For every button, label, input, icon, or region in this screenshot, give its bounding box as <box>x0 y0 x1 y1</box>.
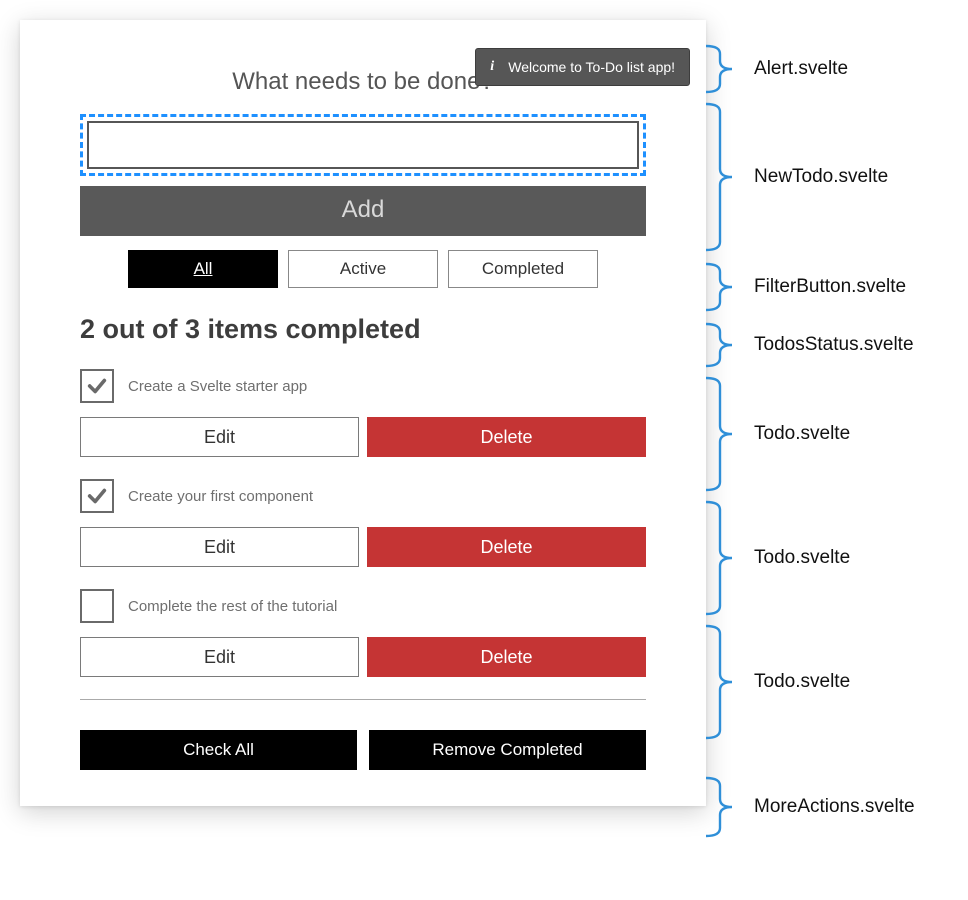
todo-label: Complete the rest of the tutorial <box>128 598 337 615</box>
new-todo-focus-ring <box>80 114 646 176</box>
annotation-label: NewTodo.svelte <box>754 166 888 188</box>
todo-checkbox[interactable] <box>80 479 114 513</box>
todo-label: Create a Svelte starter app <box>128 378 307 395</box>
annotation-label: FilterButton.svelte <box>754 276 906 298</box>
remove-completed-button[interactable]: Remove Completed <box>369 730 646 770</box>
annotation: MoreActions.svelte <box>704 776 915 838</box>
separator <box>80 699 646 700</box>
delete-button[interactable]: Delete <box>367 527 646 567</box>
more-actions: Check All Remove Completed <box>80 730 646 770</box>
check-icon <box>86 485 108 507</box>
annotation-label: Todo.svelte <box>754 423 850 445</box>
annotation: Todo.svelte <box>704 500 850 616</box>
app-card: i Welcome to To-Do list app! What needs … <box>20 20 706 806</box>
annotation: FilterButton.svelte <box>704 262 906 312</box>
edit-button[interactable]: Edit <box>80 637 359 677</box>
alert: i Welcome to To-Do list app! <box>475 48 690 86</box>
edit-button[interactable]: Edit <box>80 527 359 567</box>
edit-button[interactable]: Edit <box>80 417 359 457</box>
todo-item: Create your first component Edit Delete <box>80 479 646 567</box>
check-icon <box>86 375 108 397</box>
filter-all[interactable]: All <box>128 250 278 288</box>
annotation-label: TodosStatus.svelte <box>754 334 913 356</box>
new-todo-input[interactable] <box>87 121 639 169</box>
add-button[interactable]: Add <box>80 186 646 236</box>
delete-button[interactable]: Delete <box>367 417 646 457</box>
annotation-label: Todo.svelte <box>754 671 850 693</box>
info-icon: i <box>490 59 500 75</box>
todo-checkbox[interactable] <box>80 369 114 403</box>
annotation-label: Alert.svelte <box>754 58 848 80</box>
filter-buttons: All Active Completed <box>80 250 646 288</box>
check-all-button[interactable]: Check All <box>80 730 357 770</box>
todo-item: Complete the rest of the tutorial Edit D… <box>80 589 646 677</box>
alert-text: Welcome to To-Do list app! <box>508 59 675 75</box>
todo-checkbox[interactable] <box>80 589 114 623</box>
annotation-label: Todo.svelte <box>754 547 850 569</box>
annotation: NewTodo.svelte <box>704 102 888 252</box>
delete-button[interactable]: Delete <box>367 637 646 677</box>
annotation: TodosStatus.svelte <box>704 322 913 368</box>
annotation: Todo.svelte <box>704 624 850 740</box>
todo-item: Create a Svelte starter app Edit Delete <box>80 369 646 457</box>
todo-label: Create your first component <box>128 488 313 505</box>
filter-active[interactable]: Active <box>288 250 438 288</box>
annotation: Alert.svelte <box>704 44 848 94</box>
annotation-label: MoreActions.svelte <box>754 796 915 818</box>
filter-completed[interactable]: Completed <box>448 250 598 288</box>
annotation: Todo.svelte <box>704 376 850 492</box>
todos-status: 2 out of 3 items completed <box>80 314 646 345</box>
